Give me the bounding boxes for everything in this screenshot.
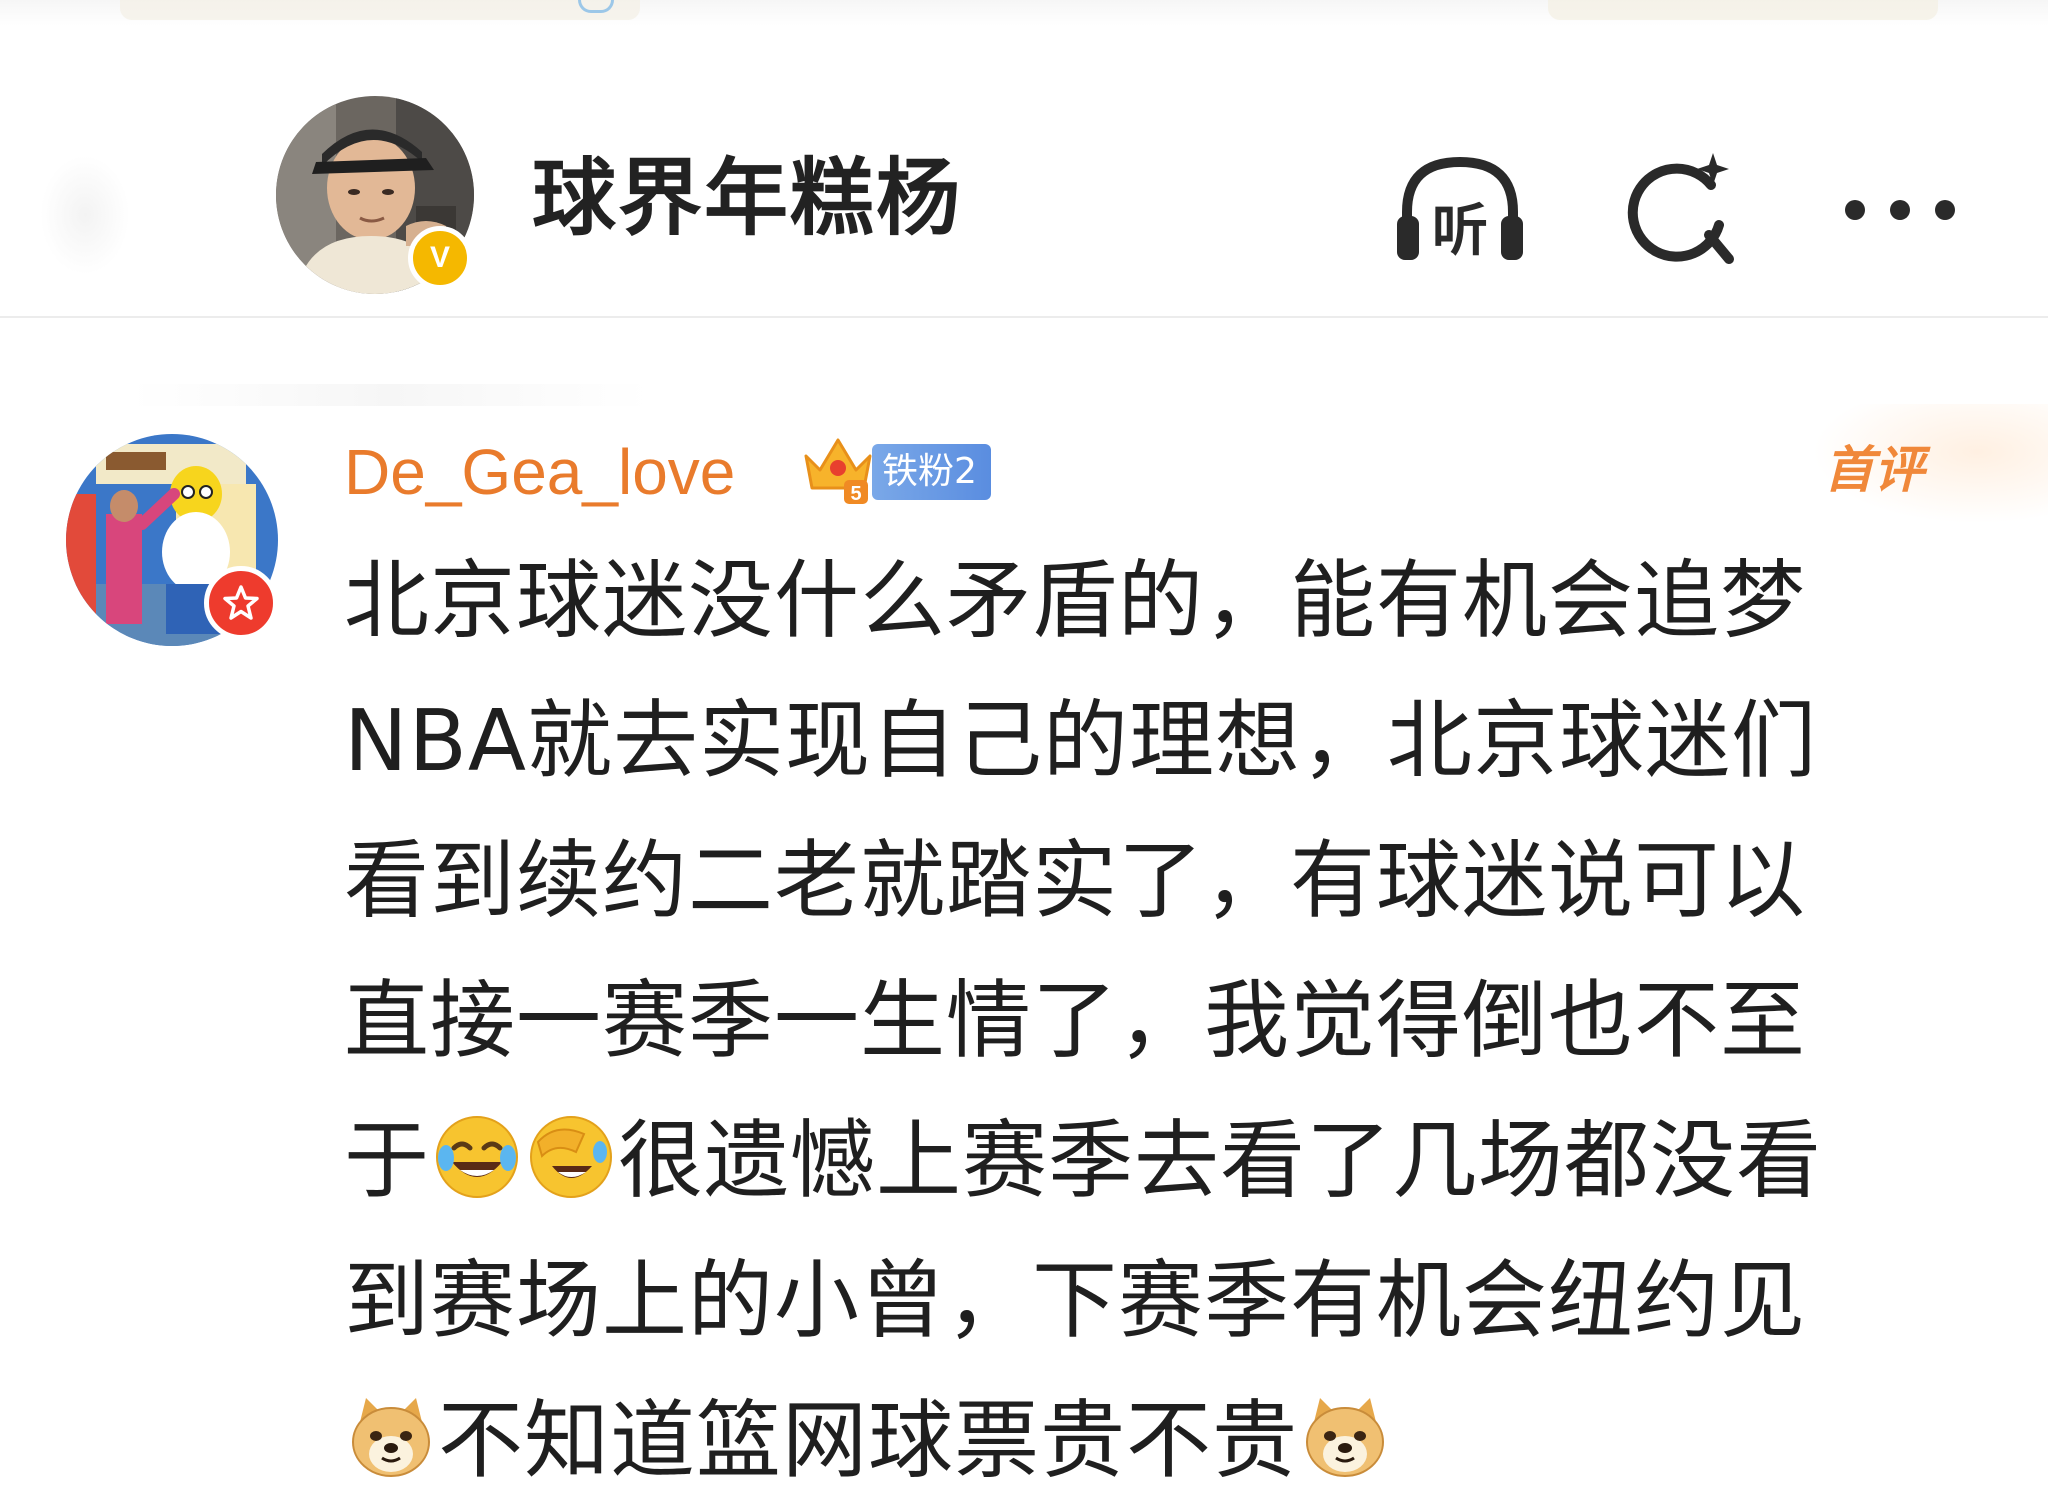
comment-line: NBA就去实现自己的理想，北京球迷们 — [344, 692, 1818, 791]
comment-fragment: 不知道篮网球票贵不贵 — [438, 1392, 1299, 1491]
previous-content-strip — [0, 0, 2048, 26]
faint-block — [120, 0, 640, 20]
crown-icon: 5 — [800, 430, 876, 506]
listen-label: 听 — [1432, 199, 1488, 264]
star-icon — [223, 585, 259, 620]
faint-block — [1548, 0, 1938, 20]
page-title: 球界年糕杨 — [532, 149, 963, 247]
comment-line: 看到续约二老就踏实了，有球迷说可以 — [344, 832, 1807, 931]
fan-level-badge: 铁粉2 — [872, 444, 991, 500]
comment-line: 不知道篮网球票贵不贵 — [344, 1372, 1994, 1512]
search-button[interactable] — [1600, 140, 1760, 280]
comment-line: 于 很遗憾上赛季去看了几场都没看 — [344, 1092, 1994, 1232]
laughing-crying-emoji — [436, 1116, 519, 1198]
more-icon — [1845, 200, 1955, 220]
verified-badge: V — [408, 226, 472, 290]
comment-text: 北京球迷没什么矛盾的，能有机会追梦 NBA就去实现自己的理想，北京球迷们 看到续… — [344, 532, 1994, 1512]
comment-line: 直接一赛季一生情了，我觉得倒也不至 — [344, 972, 1807, 1071]
commenter-avatar[interactable] — [66, 434, 278, 646]
commenter-name[interactable]: De_Gea_love — [344, 432, 735, 512]
search-icon — [1627, 153, 1734, 264]
comment-fragment: 于 — [344, 1112, 431, 1211]
comment-line: 北京球迷没什么矛盾的，能有机会追梦 — [344, 552, 1807, 651]
faint-divider — [130, 384, 650, 406]
comment-line: 到赛场上的小曾，下赛季有机会纽约见 — [344, 1252, 1807, 1351]
member-star-badge — [204, 566, 278, 640]
weibo-comment-page: V 球界年糕杨 听 De_Gea_love 5 铁粉2 首评 北京球迷没什么矛盾… — [0, 0, 2048, 1512]
profile-header: V 球界年糕杨 听 — [0, 60, 2048, 318]
author-avatar[interactable]: V — [276, 96, 474, 294]
doge-emoji — [352, 1398, 430, 1477]
listen-button[interactable]: 听 — [1380, 140, 1540, 280]
crown-level: 5 — [850, 483, 861, 505]
facepalm-laugh-emoji — [530, 1116, 613, 1198]
comment-fragment: 很遗憾上赛季去看了几场都没看 — [618, 1112, 1823, 1211]
first-comment-tag: 首评 — [1824, 441, 1924, 499]
more-button[interactable] — [1820, 140, 1980, 280]
doge-emoji — [1306, 1398, 1385, 1477]
back-area[interactable] — [40, 155, 130, 275]
listen-icon: 听 — [1397, 156, 1523, 264]
